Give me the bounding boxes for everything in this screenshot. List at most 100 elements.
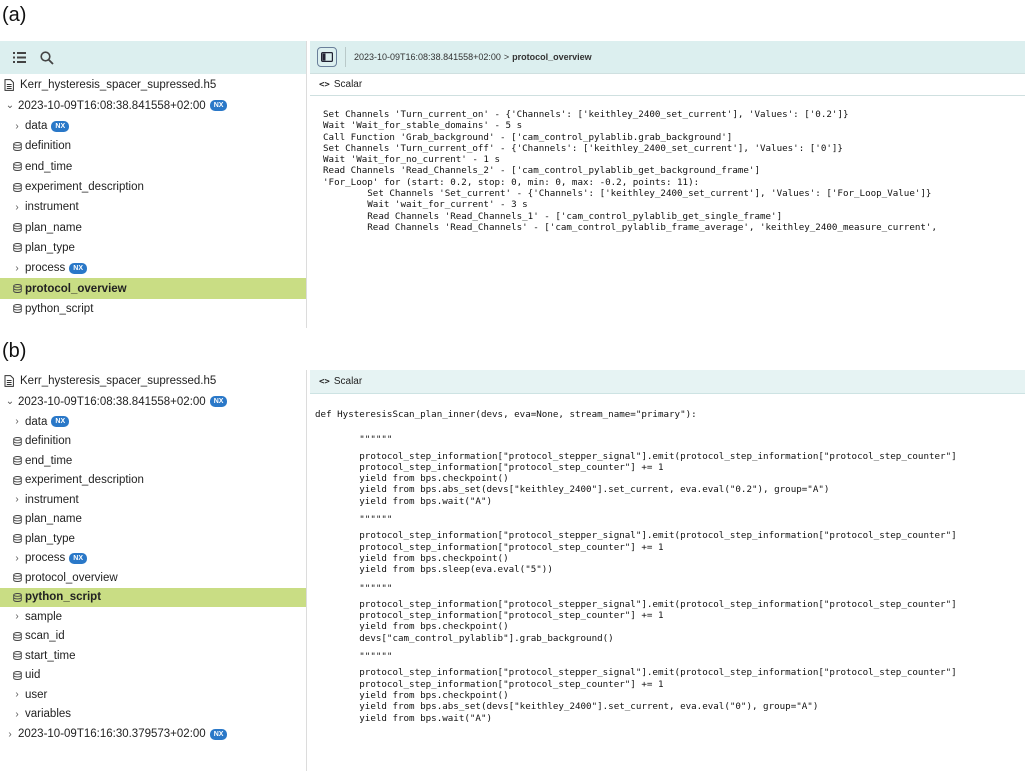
code-line: protocol_step_information["protocol_step… xyxy=(315,598,957,610)
tree-item-label: scan_id xyxy=(25,630,65,643)
code-line: """""" xyxy=(315,434,393,446)
code-gap xyxy=(315,420,1025,434)
tree-entry-row[interactable]: ⌄ 2023-10-09T16:08:38.841558+02:00 NX xyxy=(0,392,306,413)
tree-item-plan-type[interactable]: plan_type xyxy=(0,529,306,549)
search-icon[interactable] xyxy=(40,50,54,65)
tree-item-plan-type[interactable]: plan_type xyxy=(0,238,306,258)
tree-item-label: end_time xyxy=(25,160,73,173)
panel-b-label: (b) xyxy=(2,340,27,362)
entry-name: 2023-10-09T16:08:38.841558+02:00 xyxy=(18,99,206,112)
tree-item-label: definition xyxy=(25,140,72,153)
scalar-value: def HysteresisScan_plan_inner(devs, eva=… xyxy=(310,394,1025,724)
tree-item-label: python_script xyxy=(25,302,94,315)
list-icon[interactable] xyxy=(12,51,26,65)
scalar-value: Set Channels 'Turn_current_on' - {'Chann… xyxy=(310,96,1025,233)
tree-item-experiment-description[interactable]: experiment_description xyxy=(0,177,306,197)
tree-item-instrument[interactable]: › instrument xyxy=(0,197,306,217)
tree-entry-row[interactable]: ⌄ 2023-10-09T16:08:38.841558+02:00 NX xyxy=(0,96,306,117)
tree-item-label: plan_name xyxy=(25,221,82,234)
tree-item-definition[interactable]: definition xyxy=(0,432,306,452)
tree-item-instrument[interactable]: › instrument xyxy=(0,490,306,510)
code-line: def HysteresisScan_plan_inner(devs, eva=… xyxy=(315,409,697,420)
tab-scalar[interactable]: <> Scalar xyxy=(310,370,1025,394)
tree-item-user[interactable]: › user xyxy=(0,685,306,705)
code-line: Set Channels 'Turn_current_off' - {'Chan… xyxy=(323,142,843,154)
toolbar-divider xyxy=(345,47,346,67)
tree-file-row[interactable]: Kerr_hysteresis_spacer_supressed.h5 xyxy=(0,370,306,392)
code-line: Read Channels 'Read_Channels_1' - ['cam_… xyxy=(323,210,783,222)
tree-item-protocol-overview[interactable]: protocol_overview xyxy=(0,568,306,588)
code-line: yield from bps.checkpoint() xyxy=(315,621,509,633)
tree-file-row[interactable]: Kerr_hysteresis_spacer_supressed.h5 xyxy=(0,74,306,96)
tree-item-label: experiment_description xyxy=(25,181,144,194)
tree-entry-row[interactable]: › 2023-10-09T16:16:30.379573+02:00 NX xyxy=(0,724,306,745)
screenshot-b: Kerr_hysteresis_spacer_supressed.h5 ⌄ 2023… xyxy=(0,370,1025,771)
dataset-icon xyxy=(12,573,22,583)
dataset-icon xyxy=(12,436,22,446)
tree-item-label: process xyxy=(25,552,66,565)
code-line: protocol_step_information["protocol_step… xyxy=(315,541,664,553)
tree-item-end-time[interactable]: end_time xyxy=(0,157,306,177)
chevron-down-icon: ⌄ xyxy=(5,396,15,408)
tree-item-label: data xyxy=(25,120,48,133)
code-line: yield from bps.abs_set(devs["keithley_24… xyxy=(315,484,830,496)
breadcrumb-entry: 2023-10-09T16:08:38.841558+02:00 xyxy=(354,52,501,62)
tree-item-data[interactable]: › data NX xyxy=(0,116,306,136)
file-name: Kerr_hysteresis_spacer_supressed.h5 xyxy=(20,78,217,91)
dataset-icon xyxy=(12,223,22,233)
file-tree: Kerr_hysteresis_spacer_supressed.h5 ⌄ 2023… xyxy=(0,370,306,745)
tree-item-process[interactable]: › process NX xyxy=(0,258,306,278)
code-gap xyxy=(315,644,1025,651)
dataset-icon xyxy=(12,651,22,661)
code-gap xyxy=(315,576,1025,583)
screenshot-a: Kerr_hysteresis_spacer_supressed.h5 ⌄ 2023… xyxy=(0,41,1025,328)
tree-item-sample[interactable]: › sample xyxy=(0,607,306,627)
tree-item-protocol-overview[interactable]: protocol_overview xyxy=(0,278,306,299)
tab-scalar-label: Scalar xyxy=(333,376,363,387)
chevron-right-icon: › xyxy=(15,552,19,564)
dataset-icon xyxy=(12,284,22,293)
code-line: """""" xyxy=(315,651,393,663)
code-icon: <> xyxy=(319,79,330,90)
code-line: 'For_Loop' for (start: 0.2, stop: 0, min… xyxy=(323,176,700,188)
tree-item-plan-name[interactable]: plan_name xyxy=(0,510,306,530)
nx-badge: NX xyxy=(209,100,228,112)
dataset-icon xyxy=(12,514,22,524)
tree-item-python-script[interactable]: python_script xyxy=(0,299,306,319)
panel-a-label: (a) xyxy=(2,4,27,26)
tree-item-end-time[interactable]: end_time xyxy=(0,451,306,471)
chevron-right-icon: › xyxy=(15,201,19,213)
tree-item-label: variables xyxy=(25,708,72,721)
tree-item-scan-id[interactable]: scan_id xyxy=(0,627,306,647)
tree-item-label: plan_type xyxy=(25,532,75,545)
tree-item-label: plan_type xyxy=(25,241,75,254)
tree-item-data[interactable]: › data NX xyxy=(0,412,306,432)
tree-item-start-time[interactable]: start_time xyxy=(0,646,306,666)
sidebar-toolbar xyxy=(0,41,306,74)
chevron-right-icon: › xyxy=(15,494,19,506)
nx-badge: NX xyxy=(209,396,228,408)
breadcrumb-current: protocol_overview xyxy=(512,52,592,62)
dataset-icon xyxy=(12,475,22,485)
tree-item-definition[interactable]: definition xyxy=(0,136,306,156)
nx-badge: NX xyxy=(51,120,70,132)
code-line: protocol_step_information["protocol_step… xyxy=(315,678,664,690)
tree-item-label: end_time xyxy=(25,454,73,467)
tab-scalar[interactable]: <> Scalar xyxy=(310,74,1025,96)
tree-item-variables[interactable]: › variables xyxy=(0,705,306,725)
tree-item-label: protocol_overview xyxy=(25,571,118,584)
code-line: """""" xyxy=(315,514,393,526)
nx-badge: NX xyxy=(69,262,88,274)
sidebar-toggle-button[interactable] xyxy=(317,47,337,67)
main-panel: <> Scalar def HysteresisScan_plan_inner(… xyxy=(310,370,1025,771)
code-line: protocol_step_information["protocol_step… xyxy=(315,667,957,679)
code-gap xyxy=(315,507,1025,514)
chevron-right-icon: › xyxy=(8,728,12,740)
tree-item-uid[interactable]: uid xyxy=(0,666,306,686)
tree-item-python-script[interactable]: python_script xyxy=(0,587,306,607)
dataset-icon xyxy=(12,592,22,602)
tree-item-label: protocol_overview xyxy=(25,282,127,295)
tree-item-process[interactable]: › process NX xyxy=(0,549,306,569)
tree-item-experiment-description[interactable]: experiment_description xyxy=(0,471,306,491)
tree-item-plan-name[interactable]: plan_name xyxy=(0,217,306,237)
